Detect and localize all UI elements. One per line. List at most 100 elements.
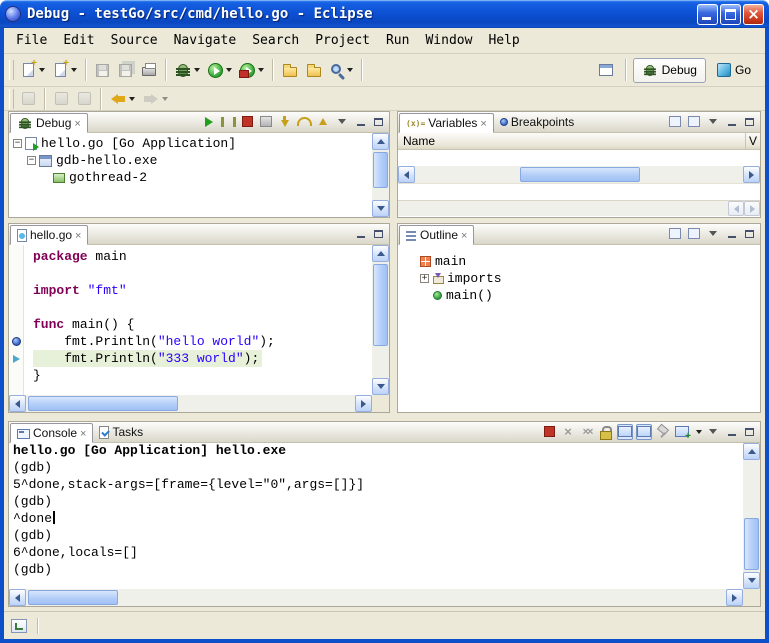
terminate-button[interactable] — [239, 114, 255, 130]
tab-tasks[interactable]: Tasks — [93, 422, 149, 442]
forward-button[interactable] — [139, 86, 172, 112]
scroll-down-button[interactable] — [743, 572, 760, 589]
step-into-button[interactable] — [277, 114, 293, 130]
scroll-left-button[interactable] — [728, 201, 744, 216]
column-value[interactable]: V — [745, 133, 760, 149]
breakpoint-icon[interactable] — [12, 337, 21, 346]
editor-vertical-scrollbar[interactable] — [372, 245, 389, 395]
menu-item-edit[interactable]: Edit — [55, 29, 102, 52]
tab-breakpoints[interactable]: Breakpoints — [494, 112, 580, 132]
maximize-view-button[interactable] — [742, 115, 757, 129]
scroll-right-button[interactable] — [744, 201, 760, 216]
resume-button[interactable] — [201, 114, 217, 130]
dropdown-arrow-icon[interactable] — [696, 430, 702, 434]
debug-vertical-scrollbar[interactable] — [372, 133, 389, 217]
fast-view-icon[interactable] — [11, 619, 27, 633]
scroll-up-button[interactable] — [372, 245, 389, 262]
save-all-button[interactable] — [114, 57, 137, 83]
scrollbar-thumb[interactable] — [28, 396, 178, 411]
scroll-right-button[interactable] — [355, 395, 372, 412]
variables-table[interactable] — [398, 150, 760, 166]
menu-item-file[interactable]: File — [8, 29, 55, 52]
perspective-debug-button[interactable]: Debug — [633, 58, 706, 83]
scrollbar-thumb[interactable] — [373, 264, 388, 346]
new-menu-button[interactable] — [49, 57, 81, 83]
view-menu-button[interactable] — [705, 424, 721, 440]
editor-horizontal-scrollbar[interactable] — [9, 395, 372, 412]
perspective-go-button[interactable]: Go — [708, 58, 760, 83]
close-button[interactable] — [743, 4, 764, 25]
suspend-button[interactable] — [220, 114, 236, 130]
tab-close-icon[interactable] — [74, 116, 80, 130]
menu-item-window[interactable]: Window — [417, 29, 480, 52]
minimize-view-button[interactable] — [353, 115, 368, 129]
expander-minus-icon[interactable]: − — [13, 139, 22, 148]
menu-item-run[interactable]: Run — [378, 29, 417, 52]
back-button[interactable] — [106, 86, 139, 112]
menu-item-search[interactable]: Search — [244, 29, 307, 52]
scroll-up-button[interactable] — [743, 443, 760, 460]
minimize-view-button[interactable] — [353, 227, 368, 241]
print-button[interactable] — [137, 57, 161, 83]
expander-minus-icon[interactable]: − — [27, 156, 36, 165]
tree-item[interactable]: −hello.go [Go Application] — [9, 135, 372, 152]
scroll-right-button[interactable] — [726, 589, 743, 606]
scroll-lock-button[interactable] — [598, 424, 614, 440]
expander-plus-icon[interactable]: + — [420, 274, 429, 283]
skip-breakpoints-button[interactable] — [17, 86, 40, 112]
remove-all-launches-button[interactable] — [579, 424, 595, 440]
show-stdout-button[interactable] — [617, 424, 633, 440]
tab-editor-hello-go[interactable]: hello.go — [10, 225, 88, 245]
disconnect-button[interactable] — [258, 114, 274, 130]
tree-item[interactable]: +imports — [416, 270, 760, 287]
debug-launch-button[interactable] — [171, 57, 204, 83]
tab-close-icon[interactable] — [80, 426, 86, 440]
editor-code-area[interactable]: package main import "fmt" func main() { … — [25, 245, 372, 395]
scroll-left-button[interactable] — [9, 589, 26, 606]
scroll-up-button[interactable] — [372, 133, 389, 150]
minimize-view-button[interactable] — [724, 115, 739, 129]
collapse-all-button[interactable] — [686, 114, 702, 130]
variables-detail-pane[interactable] — [398, 183, 760, 200]
scroll-down-button[interactable] — [372, 378, 389, 395]
remove-launch-button[interactable] — [560, 424, 576, 440]
open-resource-button[interactable] — [302, 57, 326, 83]
menu-item-help[interactable]: Help — [480, 29, 527, 52]
external-tools-button[interactable] — [236, 57, 268, 83]
terminate-button[interactable] — [541, 424, 557, 440]
hide-fields-button[interactable] — [686, 226, 702, 242]
show-type-names-button[interactable] — [667, 114, 683, 130]
step-return-button[interactable] — [315, 114, 331, 130]
editor-gutter[interactable] — [9, 245, 24, 395]
tab-close-icon[interactable] — [480, 116, 486, 130]
console-output[interactable]: (gdb)5^done,stack-args=[frame={level="0"… — [9, 459, 743, 589]
console-vertical-scrollbar[interactable] — [743, 443, 760, 589]
maximize-view-button[interactable] — [371, 227, 386, 241]
variables-horizontal-scrollbar[interactable] — [398, 166, 760, 183]
maximize-view-button[interactable] — [371, 115, 386, 129]
toolbar-grip[interactable] — [9, 89, 14, 109]
search-button[interactable] — [326, 57, 357, 83]
next-annotation-button[interactable] — [73, 86, 96, 112]
pin-console-button[interactable] — [655, 424, 671, 440]
menu-item-navigate[interactable]: Navigate — [166, 29, 245, 52]
new-wizard-button[interactable] — [17, 57, 49, 83]
tab-variables[interactable]: (x)= Variables — [399, 113, 494, 133]
menu-item-project[interactable]: Project — [307, 29, 378, 52]
scrollbar-thumb[interactable] — [744, 518, 759, 570]
tree-item[interactable]: gothread-2 — [9, 169, 372, 186]
tab-debug[interactable]: Debug — [10, 113, 88, 133]
step-over-button[interactable] — [296, 114, 312, 130]
scroll-down-button[interactable] — [372, 200, 389, 217]
view-menu-button[interactable] — [334, 114, 350, 130]
variables-column-header[interactable]: Name V — [398, 133, 760, 150]
tree-item[interactable]: main — [416, 253, 760, 270]
scrollbar-thumb[interactable] — [520, 167, 640, 182]
tab-close-icon[interactable] — [75, 228, 81, 242]
tree-item[interactable]: main() — [416, 287, 760, 304]
scroll-left-button[interactable] — [9, 395, 26, 412]
view-menu-button[interactable] — [705, 114, 721, 130]
open-perspective-button[interactable] — [593, 57, 619, 83]
save-button[interactable] — [91, 57, 114, 83]
open-file-button[interactable] — [278, 57, 302, 83]
